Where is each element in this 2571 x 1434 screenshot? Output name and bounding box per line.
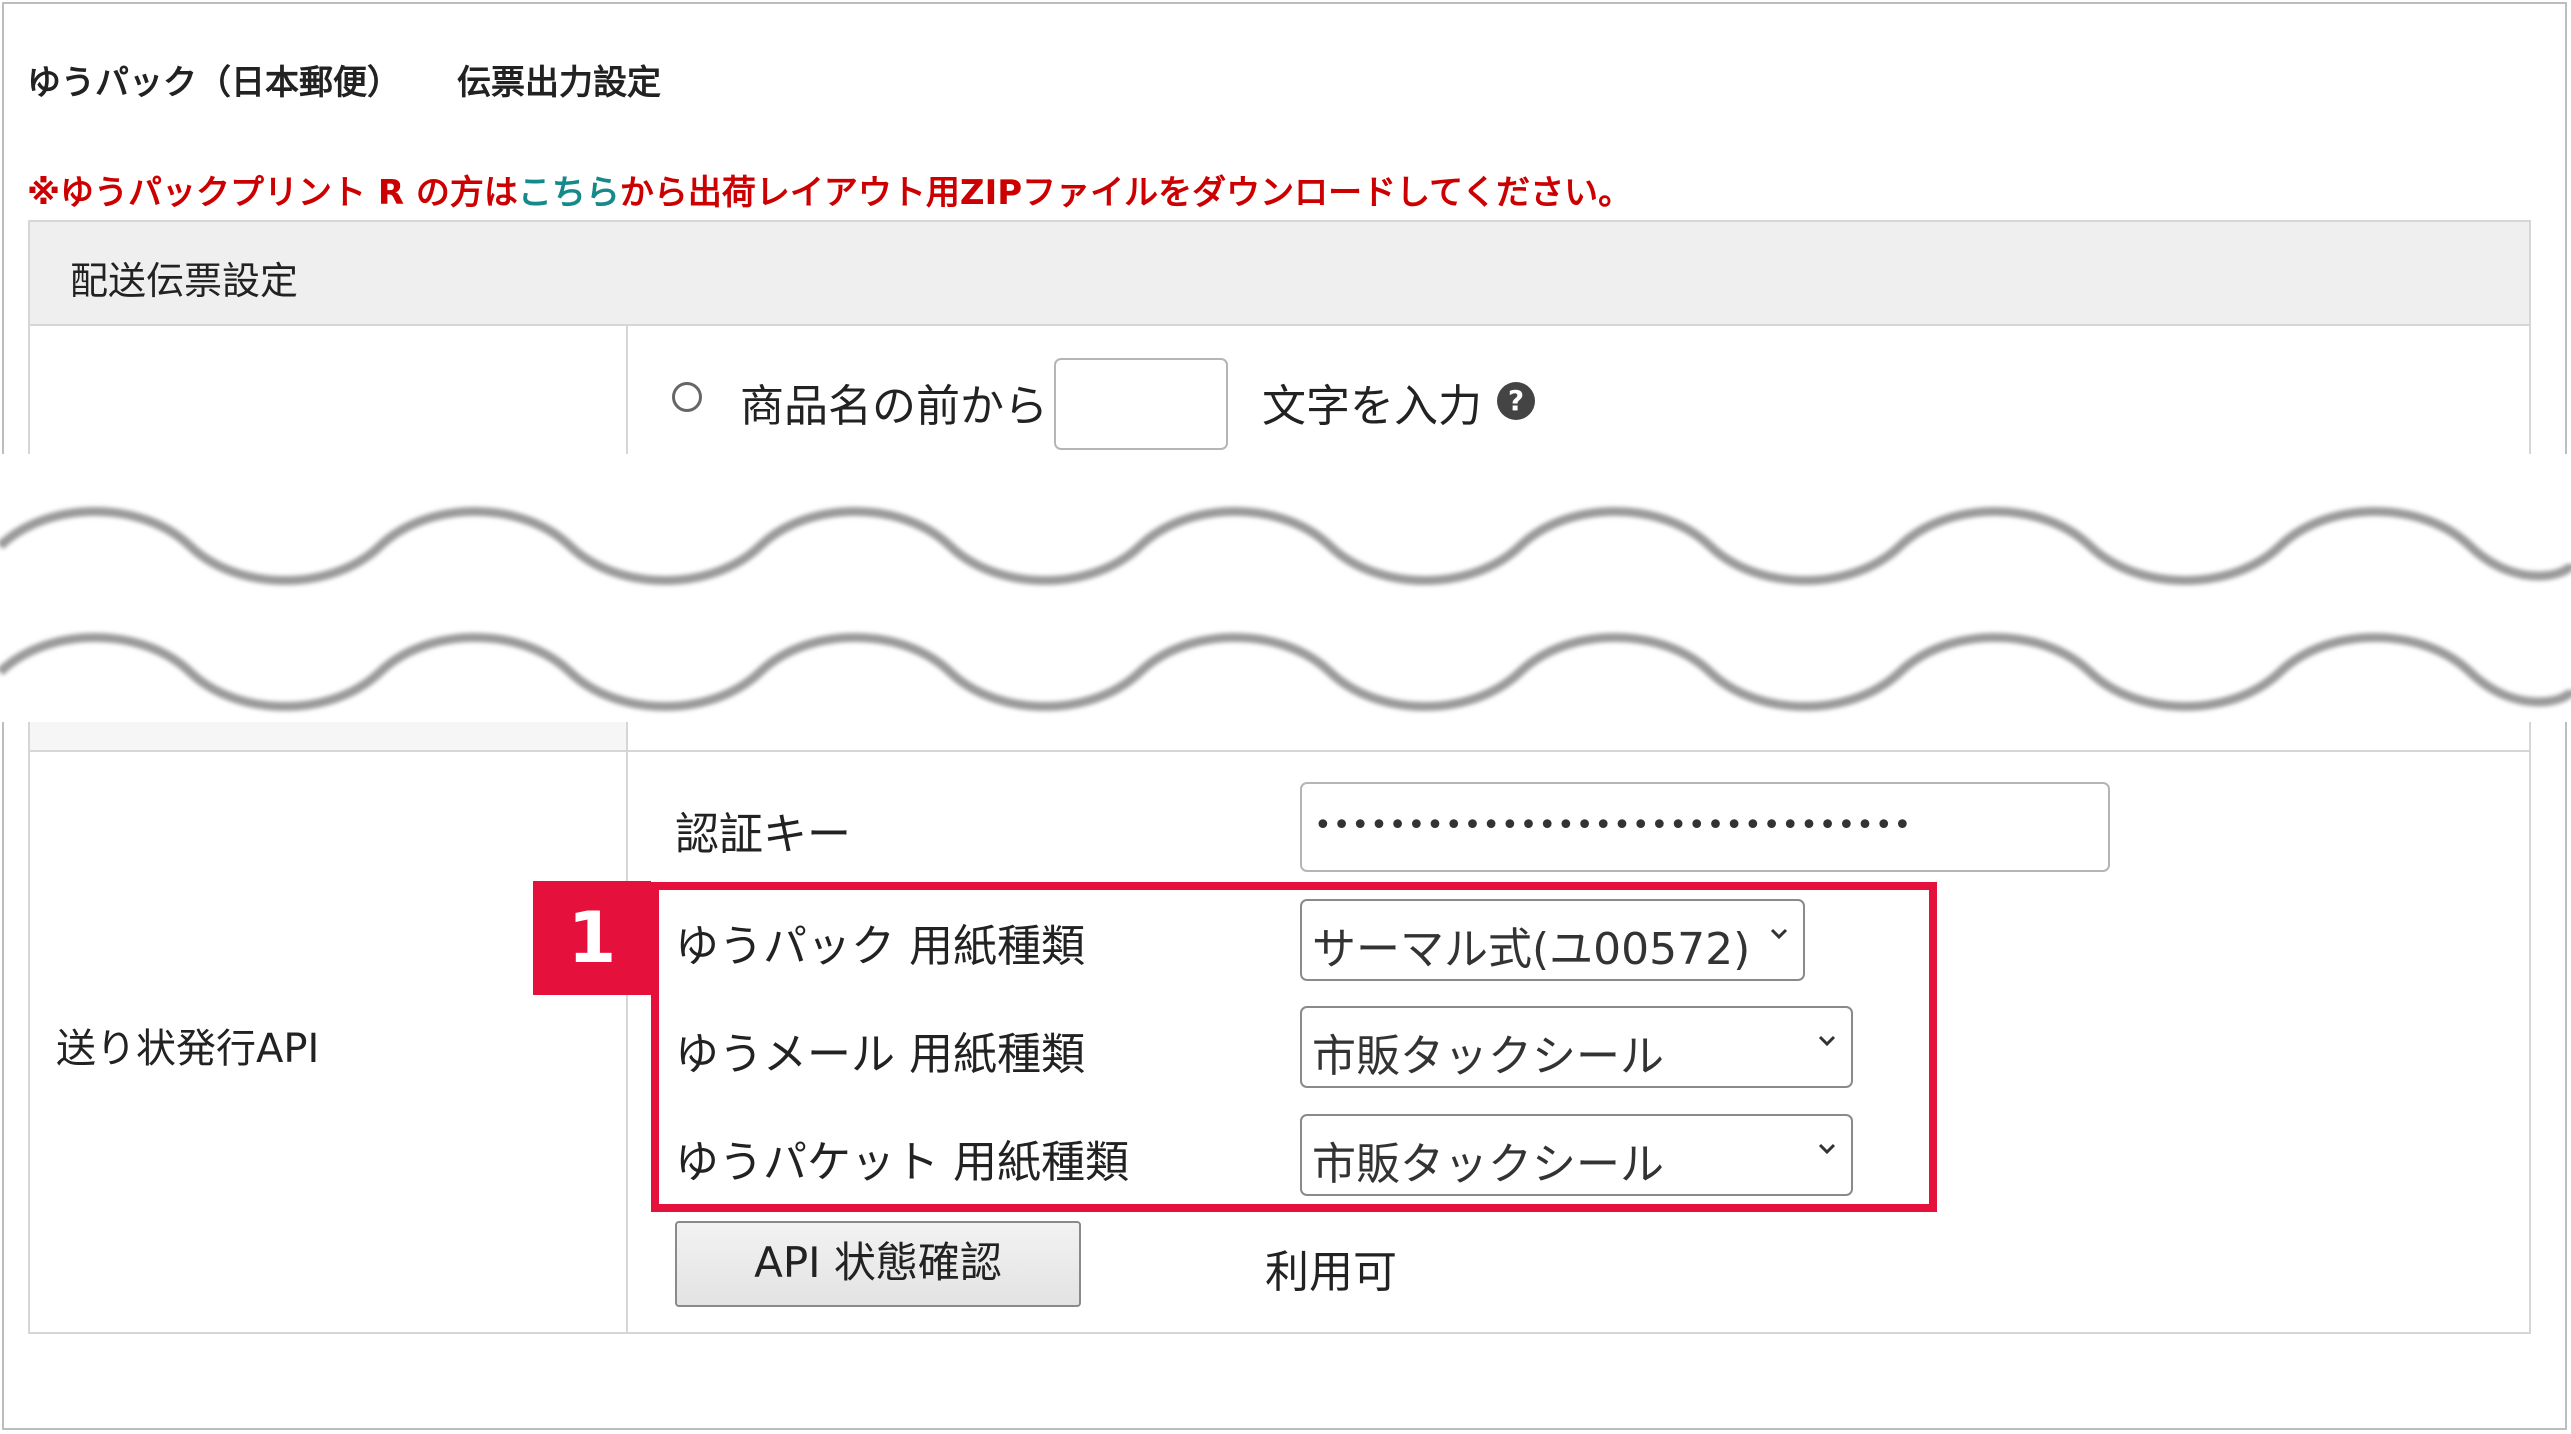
section-title: 配送伝票設定 xyxy=(70,259,299,303)
auth-key-label: 認証キー xyxy=(675,809,851,860)
section-header: 配送伝票設定 xyxy=(28,220,2531,326)
product-name-prefix-label: 商品名の前から xyxy=(740,381,1048,432)
product-name-suffix-label: 文字を入力 xyxy=(1262,381,1482,432)
notice-before-link: ※ゆうパックプリント R の方は xyxy=(27,173,518,213)
notice-after-link: から出荷レイアウト用ZIPファイルをダウンロードしてください。 xyxy=(619,173,1633,213)
annotation-highlight-box xyxy=(651,882,1937,1212)
help-icon[interactable]: ? xyxy=(1497,382,1535,420)
wavy-break-icon xyxy=(0,507,2571,711)
api-row-label: 送り状発行API xyxy=(56,1026,320,1072)
annotation-badge: 1 xyxy=(533,881,651,995)
notice-text: ※ゆうパックプリント R の方はこちらから出荷レイアウト用ZIPファイルをダウン… xyxy=(27,165,1632,214)
page-title-setting: 伝票出力設定 xyxy=(457,63,661,103)
table-cell-value xyxy=(628,722,2531,752)
table-cell-label xyxy=(28,722,628,752)
auth-key-input[interactable]: •••••••••••••••••••••••••••••••• xyxy=(1300,782,2110,872)
api-status-check-button[interactable]: API 状態確認 xyxy=(675,1221,1081,1307)
product-name-radio[interactable] xyxy=(672,382,702,412)
page-title: ゆうパック（日本郵便） 伝票出力設定 xyxy=(27,55,661,104)
table-cell-label xyxy=(28,326,628,454)
api-status-text: 利用可 xyxy=(1265,1247,1397,1298)
download-link[interactable]: こちら xyxy=(518,173,620,213)
page-title-carrier: ゆうパック（日本郵便） xyxy=(27,63,401,103)
character-count-input[interactable] xyxy=(1054,358,1228,450)
